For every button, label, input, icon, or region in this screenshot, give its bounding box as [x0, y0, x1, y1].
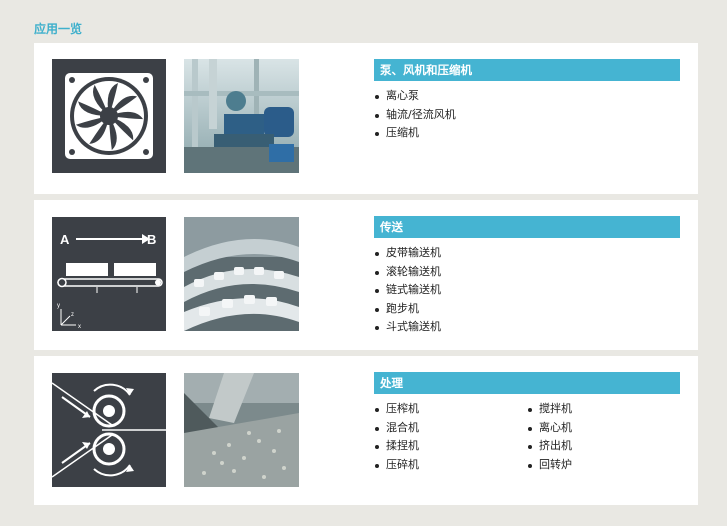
list-item: 搅拌机 [527, 400, 680, 419]
list-item: 挤出机 [527, 437, 680, 456]
list-item: 回转炉 [527, 456, 680, 475]
axis-z-label: z [71, 312, 74, 318]
application-list: 皮带输送机 滚轮输送机 链式输送机 跑步机 斗式输送机 [374, 244, 680, 337]
category-conveying: 传送 皮带输送机 滚轮输送机 链式输送机 跑步机 斗式输送机 [374, 216, 680, 337]
fan-icon [52, 59, 166, 173]
granulate-photo [184, 373, 299, 487]
category-header: 处理 [374, 372, 680, 394]
axis-y-label: y [57, 303, 60, 309]
list-item: 压榨机 [374, 400, 527, 419]
list-item: 皮带输送机 [374, 244, 680, 263]
category-processing: 处理 压榨机 混合机 揉捏机 压碎机 搅拌机 离心机 挤出机 回转炉 [374, 372, 680, 474]
rollers-icon [52, 373, 166, 487]
section-pumps-fans: 泵、风机和压缩机 离心泵 轴流/径流风机 压缩机 [34, 43, 698, 194]
label-a: A [60, 232, 70, 247]
pump-room-photo [184, 59, 299, 173]
section-processing: 处理 压榨机 混合机 揉捏机 压碎机 搅拌机 离心机 挤出机 回转炉 [34, 356, 698, 505]
application-list-left: 压榨机 混合机 揉捏机 压碎机 [374, 400, 527, 474]
list-item: 轴流/径流风机 [374, 106, 680, 125]
category-header: 泵、风机和压缩机 [374, 59, 680, 81]
list-item: 斗式输送机 [374, 318, 680, 337]
application-columns: 压榨机 混合机 揉捏机 压碎机 搅拌机 离心机 挤出机 回转炉 [374, 394, 680, 474]
list-item: 链式输送机 [374, 281, 680, 300]
page-title: 应用一览 [34, 22, 83, 36]
application-list-right: 搅拌机 离心机 挤出机 回转炉 [527, 400, 680, 474]
list-item: 揉捏机 [374, 437, 527, 456]
conveyor-icon: A B y z x [52, 217, 166, 331]
list-item: 压缩机 [374, 124, 680, 143]
list-item: 混合机 [374, 419, 527, 438]
category-pumps-fans: 泵、风机和压缩机 离心泵 轴流/径流风机 压缩机 [374, 59, 680, 143]
axis-x-label: x [78, 324, 81, 330]
section-conveying: A B y z x 传送 皮带输送机 滚轮输送机 链式输送机 跑步机 斗式输送机 [34, 200, 698, 350]
list-item: 压碎机 [374, 456, 527, 475]
label-b: B [147, 232, 156, 247]
bottle-conveyor-photo [184, 217, 299, 331]
category-header: 传送 [374, 216, 680, 238]
application-list: 离心泵 轴流/径流风机 压缩机 [374, 87, 680, 143]
list-item: 滚轮输送机 [374, 263, 680, 282]
list-item: 跑步机 [374, 300, 680, 319]
list-item: 离心机 [527, 419, 680, 438]
list-item: 离心泵 [374, 87, 680, 106]
